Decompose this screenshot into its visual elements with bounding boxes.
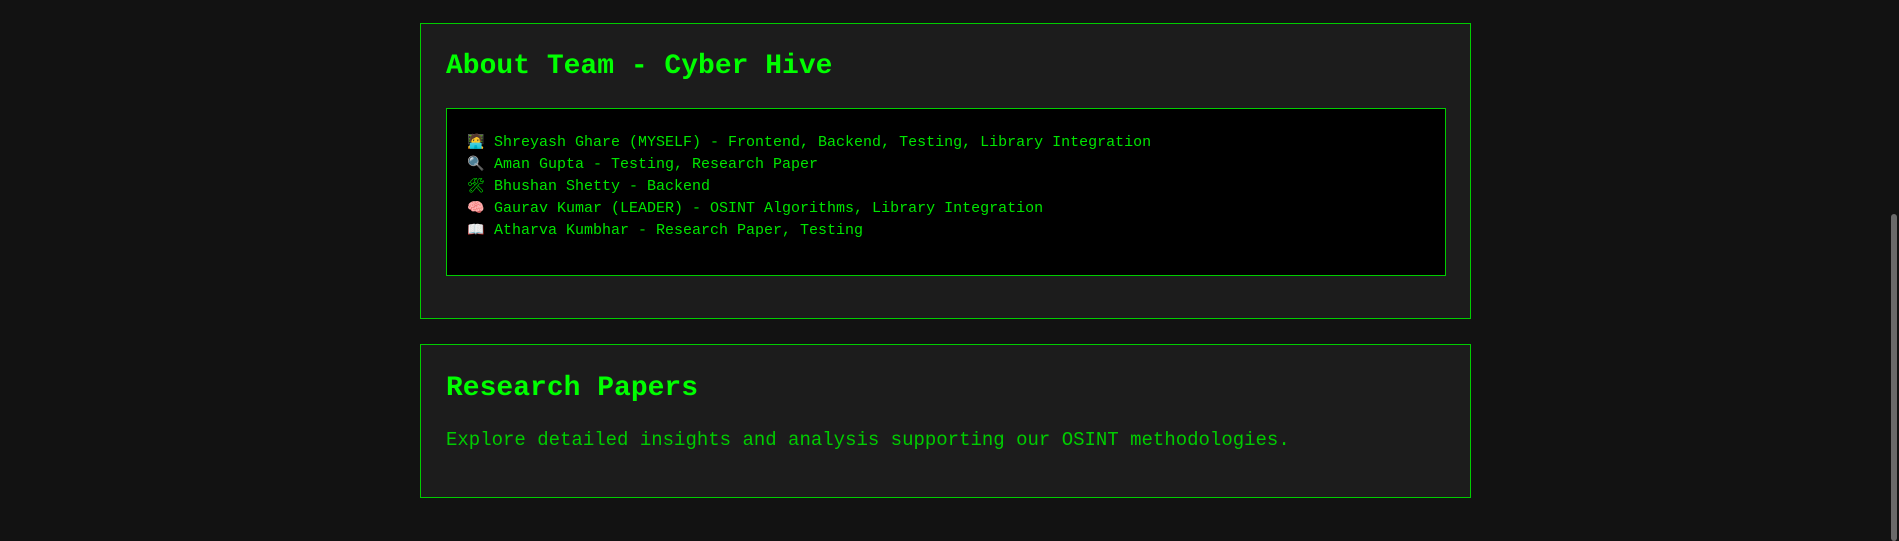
team-member-text: Gaurav Kumar (LEADER) - OSINT Algorithms…	[494, 199, 1044, 217]
team-member-item: 🧑‍💻 Shreyash Ghare (MYSELF) - Frontend, …	[467, 131, 1445, 153]
team-member-item: 🔍 Aman Gupta - Testing, Research Paper	[467, 153, 1445, 175]
team-member-item: 📖 Atharva Kumbhar - Research Paper, Test…	[467, 219, 1445, 241]
team-member-item: 🧠 Gaurav Kumar (LEADER) - OSINT Algorith…	[467, 197, 1445, 219]
technologist-icon: 🧑‍💻	[467, 134, 485, 150]
brain-icon: 🧠	[467, 200, 485, 216]
team-member-text: Shreyash Ghare (MYSELF) - Frontend, Back…	[494, 133, 1152, 151]
scrollbar-thumb[interactable]	[1891, 214, 1897, 541]
research-papers-card[interactable]: Research Papers Explore detailed insight…	[420, 344, 1471, 498]
research-papers-title[interactable]: Research Papers	[446, 375, 698, 403]
team-member-item: 🛠 Bhushan Shetty - Backend	[467, 175, 1445, 197]
page-scrollbar[interactable]	[1889, 0, 1899, 541]
magnifier-icon: 🔍	[467, 156, 485, 172]
research-papers-description: Explore detailed insights and analysis s…	[446, 429, 1290, 451]
team-member-text: Atharva Kumbhar - Research Paper, Testin…	[494, 221, 864, 239]
about-team-title: About Team - Cyber Hive	[446, 51, 833, 82]
page: About Team - Cyber Hive 🧑‍💻 Shreyash Gha…	[0, 0, 1899, 541]
team-member-text: Aman Gupta - Testing, Research Paper	[494, 155, 819, 173]
team-member-list: 🧑‍💻 Shreyash Ghare (MYSELF) - Frontend, …	[446, 108, 1446, 276]
team-member-text: Bhushan Shetty - Backend	[494, 177, 711, 195]
tools-icon: 🛠	[467, 178, 485, 194]
about-team-card: About Team - Cyber Hive 🧑‍💻 Shreyash Gha…	[420, 23, 1471, 319]
book-icon: 📖	[467, 222, 485, 238]
